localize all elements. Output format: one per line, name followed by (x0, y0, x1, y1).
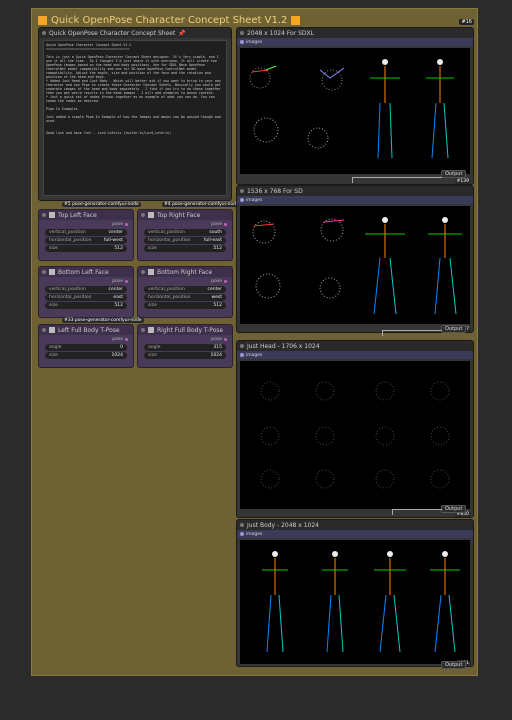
node-color-icon (49, 327, 55, 333)
collapse-dot-icon[interactable] (42, 270, 46, 274)
node-id-badge: #139 (454, 179, 471, 184)
output-pin[interactable]: Output (441, 505, 467, 513)
preview-image (240, 361, 470, 509)
pose-node-bottom-right-face[interactable]: Bottom Right Face pose vertical_position… (137, 266, 233, 318)
openpose-preview-svg (249, 59, 454, 159)
widget-vertical-position[interactable]: vertical_position center (45, 229, 127, 236)
pose-node-top-left-face[interactable]: Top Left Face pose vertical_position cent… (38, 209, 134, 261)
output-socket-icon[interactable] (224, 222, 227, 226)
output-pin[interactable]: Output (441, 661, 467, 669)
widget-size[interactable]: size 1024 (45, 352, 127, 359)
preview-node-sdxl[interactable]: 2048 x 1024 For SDXL images #139 (236, 27, 474, 185)
widget-horizontal-position[interactable]: horizontal_position full-west (45, 237, 127, 244)
node-color-icon (148, 269, 154, 275)
node-source-label: #33 pose-generator-comfyui-node (62, 318, 144, 323)
node-color-icon (148, 212, 154, 218)
link-wire (382, 330, 442, 336)
openpose-preview-svg (260, 381, 450, 489)
output-socket-icon[interactable] (125, 337, 128, 341)
images-input[interactable]: images (237, 38, 473, 46)
link-wire (352, 177, 442, 183)
widget-size[interactable]: size 512 (144, 302, 226, 309)
group-color-icon (38, 15, 47, 25)
widget-size[interactable]: size 512 (144, 245, 226, 252)
images-input[interactable]: images (237, 530, 473, 538)
output-socket-icon[interactable] (125, 279, 128, 283)
widget-vertical-position[interactable]: vertical_position center (45, 286, 127, 293)
preview-image (240, 540, 470, 664)
input-socket-icon[interactable] (240, 353, 244, 357)
node-source-label: #4 pose-generator-comfyui-node (162, 202, 241, 207)
collapse-dot-icon[interactable] (240, 31, 244, 35)
collapse-dot-icon[interactable] (141, 328, 145, 332)
collapse-dot-icon[interactable] (240, 189, 244, 193)
collapse-dot-icon[interactable] (42, 31, 46, 35)
pose-node-bottom-left-face[interactable]: Bottom Left Face pose vertical_position c… (38, 266, 134, 318)
collapse-dot-icon[interactable] (42, 328, 46, 332)
collapse-dot-icon[interactable] (240, 344, 244, 348)
openpose-preview-svg (252, 217, 462, 315)
preview-node-just-head[interactable]: Just Head - 1706 x 1024 images #850 (236, 340, 474, 518)
collapse-dot-icon[interactable] (141, 213, 145, 217)
output-pin[interactable]: Output (441, 325, 467, 333)
openpose-preview-svg (262, 551, 460, 653)
output-socket-icon[interactable] (224, 279, 227, 283)
notes-textarea[interactable]: Quick OpenPose Character Concept Sheet V… (43, 40, 227, 196)
output-socket-icon[interactable] (224, 337, 227, 341)
widget-vertical-position[interactable]: vertical_position south (144, 229, 226, 236)
widget-horizontal-position[interactable]: horizontal_position west (144, 294, 226, 301)
widget-angle[interactable]: angle 0 (45, 344, 127, 351)
images-input[interactable]: images (237, 351, 473, 359)
output-socket-icon[interactable] (125, 222, 128, 226)
link-wire (392, 509, 442, 515)
node-source-label: #5 pose-generator-comfyui-node (62, 202, 141, 207)
widget-size[interactable]: size 512 (45, 245, 127, 252)
input-socket-icon[interactable] (240, 532, 244, 536)
group-title[interactable]: Quick OpenPose Character Concept Sheet V… (38, 13, 301, 27)
preview-node-just-body[interactable]: Just Body - 2048 x 1024 images #851 (236, 519, 474, 667)
node-color-icon (49, 212, 55, 218)
concept-sheet-group[interactable]: Quick OpenPose Character Concept Sheet V… (31, 8, 478, 676)
group-id-badge: #16 (459, 19, 474, 25)
preview-image (240, 48, 470, 174)
input-socket-icon[interactable] (240, 198, 244, 202)
preview-image (240, 206, 470, 324)
preview-node-sd[interactable]: 1536 x 768 For SD images #827 (236, 185, 474, 333)
pose-node-right-full-body[interactable]: Right Full Body T-Pose pose angle 315 siz… (137, 324, 233, 368)
pin-icon: 📌 (178, 29, 186, 37)
node-color-icon (148, 327, 154, 333)
notes-node[interactable]: Quick OpenPose Character Concept Sheet 📌 … (38, 27, 232, 201)
images-input[interactable]: images (237, 196, 473, 204)
pose-node-left-full-body[interactable]: Left Full Body T-Pose pose angle 0 size 10… (38, 324, 134, 368)
input-socket-icon[interactable] (240, 40, 244, 44)
group-color-icon (291, 15, 301, 25)
widget-size[interactable]: size 512 (45, 302, 127, 309)
node-color-icon (49, 269, 55, 275)
pose-node-top-right-face[interactable]: Top Right Face pose vertical_position sou… (137, 209, 233, 261)
widget-horizontal-position[interactable]: horizontal_position full-east (144, 237, 226, 244)
widget-horizontal-position[interactable]: horizontal_position east (45, 294, 127, 301)
collapse-dot-icon[interactable] (42, 213, 46, 217)
widget-angle[interactable]: angle 315 (144, 344, 226, 351)
output-pin[interactable]: Output (441, 170, 467, 178)
collapse-dot-icon[interactable] (141, 270, 145, 274)
collapse-dot-icon[interactable] (240, 523, 244, 527)
widget-vertical-position[interactable]: vertical_position center (144, 286, 226, 293)
widget-size[interactable]: size 1024 (144, 352, 226, 359)
